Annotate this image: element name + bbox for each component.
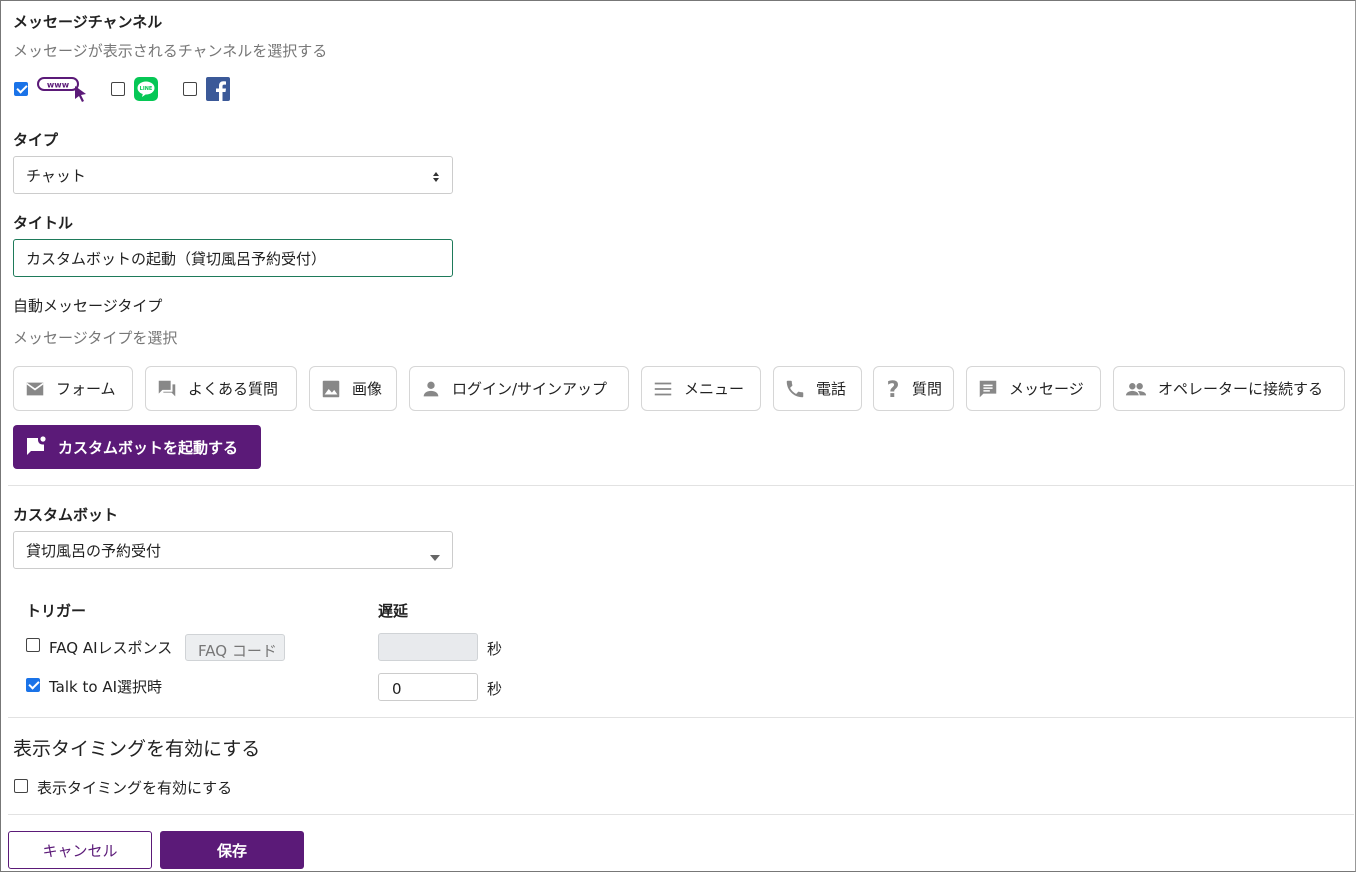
people-icon [1125, 382, 1147, 395]
timing-checkbox[interactable] [14, 779, 28, 793]
sort-arrows-icon [432, 169, 440, 187]
chip-label: カスタムボットを起動する [58, 438, 239, 457]
image-icon [322, 380, 340, 397]
svg-text:LINE: LINE [140, 86, 153, 92]
type-select-value: チャット [26, 166, 86, 185]
faq-code-input[interactable]: FAQ コード [185, 634, 285, 661]
channel-facebook-checkbox[interactable] [183, 82, 197, 96]
talk-to-ai-delay-unit: 秒 [487, 680, 503, 698]
chip-faq[interactable]: よくある質問 [145, 366, 297, 411]
question-icon: ? [887, 378, 900, 401]
trigger-talk-to-ai-checkbox[interactable] [26, 678, 40, 692]
message-icon [979, 380, 997, 397]
flag-chat-icon [27, 436, 46, 455]
trigger-talk-to-ai-label: Talk to AI選択時 [49, 678, 163, 696]
channel-subtitle: メッセージが表示されるチャンネルを選択する [13, 42, 328, 60]
channel-title: メッセージチャンネル [13, 13, 163, 31]
timing-checkbox-label: 表示タイミングを有効にする [37, 779, 233, 797]
menu-icon [654, 382, 672, 395]
title-input[interactable]: カスタムボットの起動（貸切風呂予約受付） [13, 239, 453, 277]
facebook-icon [206, 77, 230, 105]
channel-line-checkbox[interactable] [111, 82, 125, 96]
custom-bot-select[interactable]: 貸切風呂の予約受付 [13, 531, 453, 569]
custom-bot-label: カスタムボット [13, 506, 119, 524]
svg-text:?: ? [887, 378, 900, 401]
chip-label: よくある質問 [188, 380, 279, 398]
save-button[interactable]: 保存 [160, 831, 304, 869]
chip-form[interactable]: フォーム [13, 366, 133, 411]
type-label: タイプ [13, 131, 59, 149]
chip-operator[interactable]: オペレーターに接続する [1113, 366, 1345, 411]
trigger-header: トリガー [26, 602, 87, 620]
chip-message[interactable]: メッセージ [966, 366, 1101, 411]
custom-bot-select-value: 貸切風呂の予約受付 [26, 541, 162, 560]
talk-to-ai-delay-input[interactable]: 0 [378, 673, 478, 701]
faq-delay-input[interactable] [378, 633, 478, 661]
chip-phone[interactable]: 電話 [773, 366, 862, 411]
mail-icon [26, 382, 44, 395]
title-input-value: カスタムボットの起動（貸切風呂予約受付） [26, 249, 327, 268]
channel-web-checkbox[interactable] [14, 82, 28, 96]
faq-delay-unit: 秒 [487, 640, 503, 658]
phone-icon [786, 380, 804, 397]
chip-label: オペレーターに接続する [1158, 380, 1324, 398]
type-select[interactable]: チャット [13, 156, 453, 194]
timing-heading: 表示タイミングを有効にする [13, 738, 261, 760]
faq-code-placeholder: FAQ コード [198, 642, 277, 660]
auto-message-subtitle: メッセージタイプを選択 [13, 329, 178, 347]
chip-login[interactable]: ログイン/サインアップ [409, 366, 629, 411]
cancel-button[interactable]: キャンセル [8, 831, 152, 869]
talk-to-ai-delay-value: 0 [392, 680, 402, 698]
forum-icon [158, 380, 176, 396]
trigger-faq-label: FAQ AIレスポンス [49, 639, 173, 657]
delay-header: 遅延 [378, 602, 409, 620]
title-label: タイトル [13, 214, 74, 232]
divider [8, 814, 1354, 815]
caret-down-icon [430, 547, 440, 565]
chip-custom-bot-active[interactable]: カスタムボットを起動する [13, 425, 261, 469]
person-icon [423, 381, 439, 396]
line-icon: LINE [134, 77, 158, 105]
web-chat-icon: www [37, 76, 89, 108]
svg-text:www: www [47, 81, 70, 90]
divider [8, 485, 1354, 486]
chip-label: フォーム [56, 380, 116, 398]
chip-label: 質問 [912, 380, 943, 398]
chip-label: メニュー [684, 380, 745, 398]
chip-menu[interactable]: メニュー [641, 366, 761, 411]
chip-image[interactable]: 画像 [309, 366, 397, 411]
chip-question[interactable]: ? 質問 [873, 366, 954, 411]
chip-label: ログイン/サインアップ [452, 380, 608, 398]
auto-message-label: 自動メッセージタイプ [13, 297, 163, 315]
chip-label: 電話 [816, 380, 847, 398]
divider [8, 717, 1354, 718]
chip-label: メッセージ [1009, 380, 1084, 398]
chip-label: 画像 [352, 380, 383, 398]
trigger-faq-checkbox[interactable] [26, 638, 40, 652]
